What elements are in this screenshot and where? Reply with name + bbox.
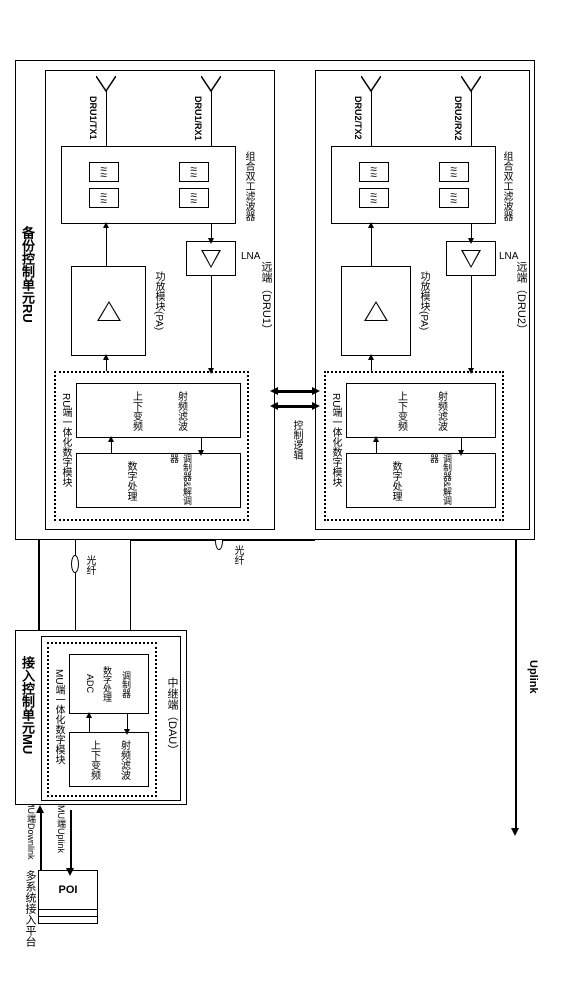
poi-label: POI: [59, 884, 78, 896]
dru1-box: 远端（DRU1） RU端一体化数字模块 数字处理 调制器&解调器 上下变频 射频…: [45, 70, 275, 530]
mu-uplink-label: MU端Uplink: [55, 805, 68, 853]
dru2-duplex-label: 组合双工滤波器: [499, 151, 514, 221]
dru1-block-left: 数字处理 调制器&解调器: [76, 453, 241, 508]
filter-icon: ≈≈: [359, 162, 389, 182]
dru1-block-right: 上下变频 射频滤波: [76, 383, 241, 438]
control-logic-label: 控制逻辑: [289, 420, 304, 460]
dru1-lna-label: LNA: [241, 251, 260, 262]
mu-unit: 接入控制单元MU 中继端（DAU） MU端一体化数字模块 上下变频 射频滤波 A…: [15, 630, 187, 805]
dru2-block-right: 上下变频 射频滤波: [346, 383, 496, 438]
dru1-b1t: 数字处理: [123, 461, 138, 501]
dru2-label: 远端（DRU2）: [513, 261, 529, 335]
mu-block2-bot: 调制器: [120, 671, 133, 698]
dru2-lna: [446, 241, 496, 276]
ru-title: 备份控制单元RU: [18, 226, 37, 323]
dru2-box: 远端（DRU2） RU端一体化数字模块 数字处理 调制器&解调器 上下变频 射频…: [315, 70, 530, 530]
mu-block1: 上下变频 射频滤波: [69, 732, 149, 787]
dru1-module: RU端一体化数字模块 数字处理 调制器&解调器 上下变频 射频滤波: [54, 371, 249, 521]
dru1-pa: [71, 266, 146, 356]
dru2-module-title: RU端一体化数字模块: [328, 393, 343, 487]
antenna-icon: [96, 76, 116, 94]
fiber-label-1: 光纤: [82, 555, 97, 575]
dru1-tx-label: DRU1/TX1: [88, 96, 98, 140]
dru2-b1t: 数字处理: [388, 461, 403, 501]
dru2-pa: [341, 266, 411, 356]
filter-icon: ≈≈: [439, 162, 469, 182]
antenna-icon: [361, 76, 381, 94]
dru2-lna-label: LNA: [499, 251, 518, 262]
dru1-b1b: 调制器&解调器: [168, 454, 194, 507]
uplink-label: Uplink: [527, 660, 539, 694]
dru1-duplex: ≈≈ ≈≈ ≈≈ ≈≈: [61, 146, 236, 224]
dru2-rx-label: DRU2/RX2: [453, 96, 463, 141]
dru1-lna: [186, 241, 236, 276]
fiber-ellipse-1: [71, 555, 79, 573]
dru1-duplex-label: 组合双工滤波器: [241, 151, 256, 221]
mu-block2-top: ADC: [85, 674, 95, 693]
dru2-pa-label: 功放模块(PA): [416, 271, 431, 330]
dru2-block-left: 数字处理 调制器&解调器: [346, 453, 496, 508]
filter-icon: ≈≈: [179, 188, 209, 208]
filter-icon: ≈≈: [179, 162, 209, 182]
dru2-tx-label: DRU2/TX2: [353, 96, 363, 140]
dru2-module: RU端一体化数字模块 数字处理 调制器&解调器 上下变频 射频滤波: [324, 371, 504, 521]
mu-block1-top: 上下变频: [87, 740, 102, 780]
mu-dau: 中继端（DAU） MU端一体化数字模块 上下变频 射频滤波 ADC 数字处理 调…: [41, 636, 181, 801]
dru2-b2b: 射频滤波: [434, 391, 449, 431]
dru1-pa-label: 功放模块(PA): [151, 271, 166, 330]
antenna-icon: [461, 76, 481, 94]
dru1-b2t: 上下变频: [129, 391, 144, 431]
mu-downlink-label: MU端Downlink: [25, 800, 38, 860]
filter-icon: ≈≈: [89, 188, 119, 208]
mu-relay-label: 中继端（DAU）: [164, 677, 180, 755]
filter-icon: ≈≈: [359, 188, 389, 208]
fiber-label-2: 光纤: [230, 545, 245, 565]
mu-module-title: MU端一体化数字模块: [51, 669, 66, 765]
mu-title: 接入控制单元MU: [18, 656, 37, 754]
mu-block1-bot: 射频滤波: [117, 740, 132, 780]
dru1-label: 远端（DRU1）: [258, 261, 274, 335]
mu-module: MU端一体化数字模块 上下变频 射频滤波 ADC 数字处理 调制器: [47, 642, 157, 797]
mu-block2: ADC 数字处理 调制器: [69, 654, 149, 714]
dru1-rx-label: DRU1/RX1: [193, 96, 203, 141]
dru1-module-title: RU端一体化数字模块: [58, 393, 73, 487]
dru2-duplex: ≈≈ ≈≈ ≈≈ ≈≈: [331, 146, 496, 224]
poi-platform-label: 多系统接入平台: [22, 870, 38, 947]
dru1-b2b: 射频滤波: [174, 391, 189, 431]
dru2-b2t: 上下变频: [394, 391, 409, 431]
filter-icon: ≈≈: [439, 188, 469, 208]
mu-block2-mid: 数字处理: [101, 666, 114, 702]
filter-icon: ≈≈: [89, 162, 119, 182]
dru2-b1b: 调制器&解调器: [428, 454, 454, 507]
antenna-icon: [201, 76, 221, 94]
